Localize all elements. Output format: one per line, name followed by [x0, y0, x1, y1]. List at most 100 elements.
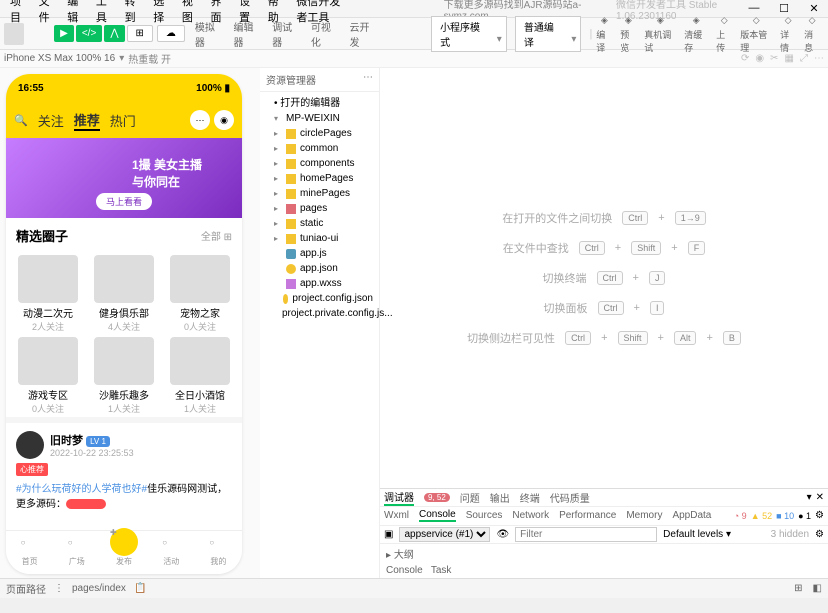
- menu-转到[interactable]: 转到: [119, 0, 146, 27]
- dt-tab-Memory[interactable]: Memory: [626, 510, 662, 521]
- context-select[interactable]: appservice (#1): [399, 527, 490, 542]
- sub-模拟器[interactable]: 模拟器: [195, 19, 222, 49]
- project-root[interactable]: ▾MP-WEIXIN: [260, 111, 379, 126]
- tab-follow[interactable]: 关注: [38, 111, 64, 130]
- menu-icon[interactable]: ⋯: [190, 110, 210, 130]
- open-editors[interactable]: • 打开的编辑器: [260, 92, 379, 111]
- circle-item[interactable]: 宠物之家0人关注: [162, 253, 238, 335]
- section-more[interactable]: 全部 ⊞: [201, 228, 232, 243]
- file-components[interactable]: ▸components: [260, 156, 379, 171]
- circle-item[interactable]: 游戏专区0人关注: [10, 335, 86, 417]
- btn-4[interactable]: ⊞: [127, 25, 153, 42]
- post-hash[interactable]: #为什么玩荷好的人学荷也好#: [16, 484, 147, 495]
- btn-5[interactable]: ☁: [157, 25, 185, 42]
- sb-ic[interactable]: ◉: [755, 53, 764, 64]
- right-版本管理[interactable]: ◇版本管理: [740, 14, 772, 54]
- console-gear-icon[interactable]: ⚙: [815, 529, 824, 540]
- filter-input[interactable]: [515, 527, 657, 542]
- tabbar-活动[interactable]: ○活动: [148, 531, 195, 574]
- action-预览[interactable]: ◈预览: [620, 14, 636, 54]
- menu-文件[interactable]: 文件: [33, 0, 60, 27]
- avatar[interactable]: [4, 23, 24, 45]
- levels[interactable]: Default levels ▾: [663, 529, 731, 540]
- inspect-icon[interactable]: ▣: [384, 529, 393, 540]
- tab-hot[interactable]: 热门: [110, 111, 136, 130]
- hint: 在打开的文件之间切换Ctrl + 1→9: [502, 210, 705, 226]
- tabbar-广场[interactable]: ○广场: [53, 531, 100, 574]
- dt-tab-Sources[interactable]: Sources: [466, 510, 503, 521]
- file-minePages[interactable]: ▸minePages: [260, 186, 379, 201]
- tabbar-我的[interactable]: ○我的: [195, 531, 242, 574]
- tabbar-首页[interactable]: ○首页: [6, 531, 53, 574]
- btn-3[interactable]: ⋀: [104, 25, 124, 42]
- status-path[interactable]: pages/index: [72, 583, 126, 594]
- search-icon[interactable]: 🔍: [14, 114, 28, 127]
- panel-close-icon[interactable]: ✕: [816, 492, 824, 503]
- file-project.config.json[interactable]: project.config.json: [260, 291, 379, 306]
- sub-编辑器[interactable]: 编辑器: [234, 19, 261, 49]
- sb-ic[interactable]: ✂: [770, 53, 778, 64]
- circle-item[interactable]: 全日小酒馆1人关注: [162, 335, 238, 417]
- target-icon[interactable]: ◉: [214, 110, 234, 130]
- menu-编辑[interactable]: 编辑: [61, 0, 88, 27]
- status-r2[interactable]: ◧: [813, 583, 822, 594]
- dt-tab-Wxml[interactable]: Wxml: [384, 510, 409, 521]
- banner[interactable]: 1撮 美女主播与你同在 马上看看: [6, 138, 242, 218]
- menu-选择[interactable]: 选择: [147, 0, 174, 27]
- file-app.js[interactable]: app.js: [260, 246, 379, 261]
- panel-代码质量[interactable]: 代码质量: [550, 494, 590, 505]
- sub-调试器[interactable]: 调试器: [272, 19, 299, 49]
- debugger-tab[interactable]: 调试器: [384, 489, 414, 506]
- sb-ic[interactable]: ⋯: [814, 53, 824, 64]
- tab-recommend[interactable]: 推荐: [74, 110, 100, 131]
- sub-云开发[interactable]: 云开发: [349, 19, 376, 49]
- panel-输出[interactable]: 输出: [490, 494, 510, 505]
- gear-icon[interactable]: ⚙: [815, 510, 824, 521]
- dt-tab-Performance[interactable]: Performance: [559, 510, 616, 521]
- btn-2[interactable]: </>: [76, 25, 102, 42]
- sb-ic[interactable]: ⟳: [741, 53, 749, 64]
- circle-item[interactable]: 健身俱乐部4人关注: [86, 253, 162, 335]
- right-消息[interactable]: ◇消息: [804, 14, 820, 54]
- sub-可视化[interactable]: 可视化: [311, 19, 338, 49]
- explorer-more-icon[interactable]: ⋯: [363, 72, 373, 87]
- explorer-title: 资源管理器: [266, 72, 316, 87]
- action-编译[interactable]: ◈编译: [596, 14, 612, 54]
- collapse-icon[interactable]: ▾: [807, 492, 812, 503]
- file-static[interactable]: ▸static: [260, 216, 379, 231]
- file-project.private.config.js...[interactable]: project.private.config.js...: [260, 306, 379, 321]
- sb-ic[interactable]: ⤢: [800, 53, 808, 64]
- circle-item[interactable]: 沙雕乐趣多1人关注: [86, 335, 162, 417]
- dt-tab-AppData[interactable]: AppData: [672, 510, 711, 521]
- action-清缓存[interactable]: ◈清缓存: [684, 14, 708, 54]
- file-tuniao-ui[interactable]: ▸tuniao-ui: [260, 231, 379, 246]
- dt-tab-Network[interactable]: Network: [512, 510, 549, 521]
- right-详情[interactable]: ◇详情: [780, 14, 796, 54]
- panel-问题[interactable]: 问题: [460, 494, 480, 505]
- dt-tab-Console[interactable]: Console: [419, 509, 456, 522]
- tabbar-发布[interactable]: ✚发布: [100, 531, 147, 574]
- panel-终端[interactable]: 终端: [520, 494, 540, 505]
- mode-select[interactable]: 小程序模式: [431, 16, 507, 52]
- file-app.wxss[interactable]: app.wxss: [260, 276, 379, 291]
- file-homePages[interactable]: ▸homePages: [260, 171, 379, 186]
- circle-item[interactable]: 动漫二次元2人关注: [10, 253, 86, 335]
- post-avatar[interactable]: [16, 431, 44, 459]
- sb-ic[interactable]: ▦: [785, 53, 794, 64]
- device-name[interactable]: iPhone XS Max 100% 16: [4, 53, 115, 64]
- hint: 切换侧边栏可见性Ctrl + Shift + Alt + B: [467, 330, 741, 346]
- btn-1[interactable]: ▶: [54, 25, 74, 42]
- menu-工具[interactable]: 工具: [90, 0, 117, 27]
- banner-btn[interactable]: 马上看看: [96, 193, 152, 210]
- file-circlePages[interactable]: ▸circlePages: [260, 126, 379, 141]
- file-app.json[interactable]: app.json: [260, 261, 379, 276]
- hint: 切换终端Ctrl + J: [543, 270, 666, 286]
- status-label: 页面路径: [6, 581, 46, 596]
- file-common[interactable]: ▸common: [260, 141, 379, 156]
- compile-select[interactable]: 普通编译: [515, 16, 582, 52]
- file-pages[interactable]: ▸pages: [260, 201, 379, 216]
- action-真机调试[interactable]: ◈真机调试: [644, 14, 676, 54]
- right-上传[interactable]: ◇上传: [716, 14, 732, 54]
- status-r1[interactable]: ⊞: [794, 583, 802, 594]
- post-user[interactable]: 旧时梦: [50, 435, 83, 447]
